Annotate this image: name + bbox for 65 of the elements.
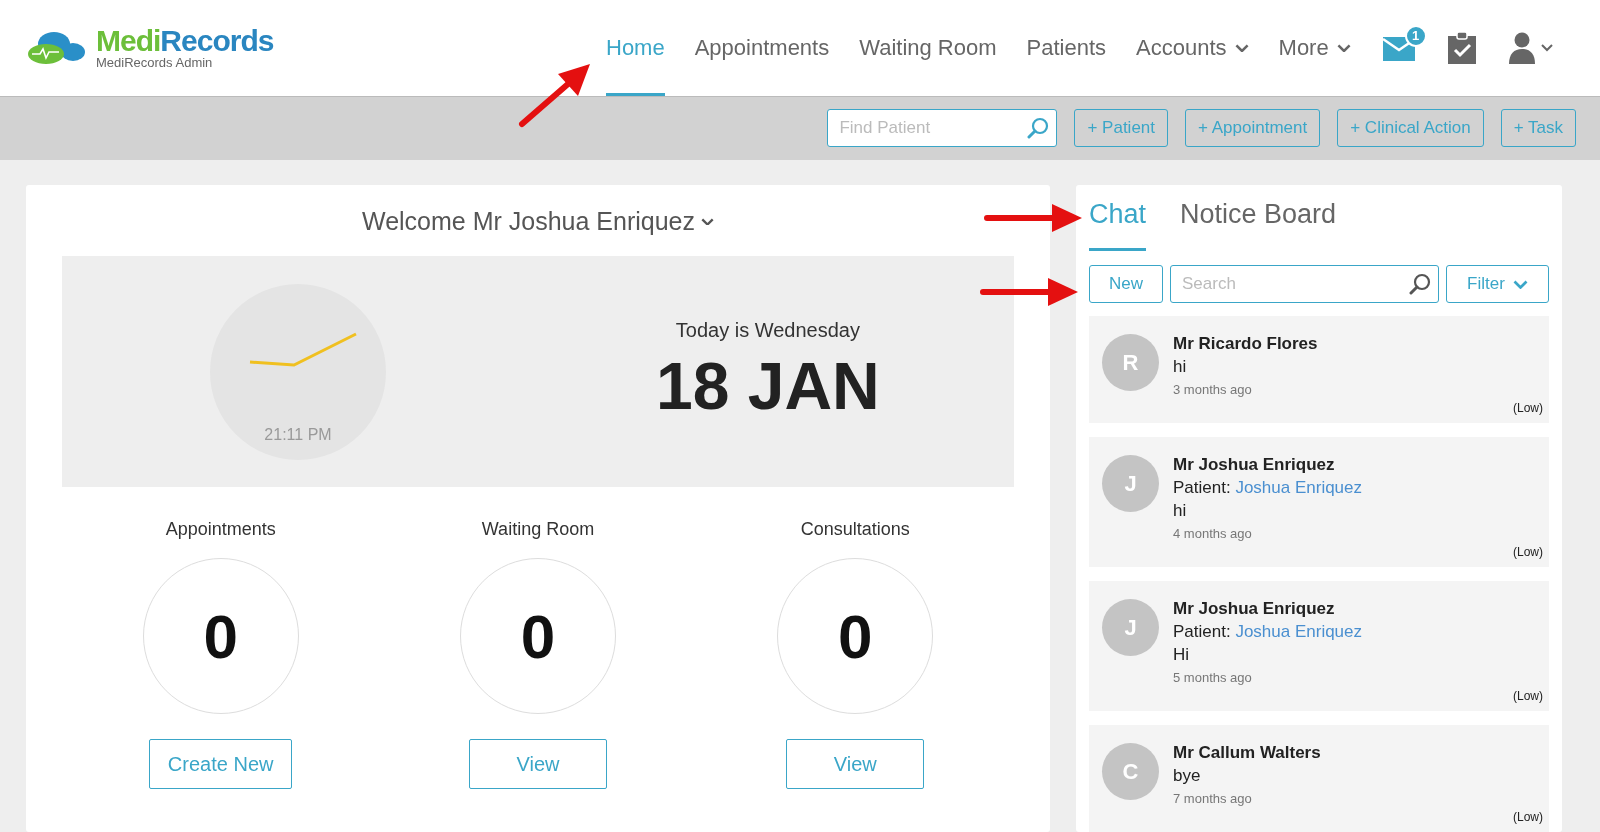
filter-button[interactable]: Filter xyxy=(1446,265,1549,303)
patient-line: Patient: Joshua Enriquez xyxy=(1173,622,1364,642)
stat-button[interactable]: View xyxy=(469,739,607,789)
patient-line: Patient: Joshua Enriquez xyxy=(1173,478,1364,498)
stat-label: Waiting Room xyxy=(481,519,595,540)
search-icon[interactable] xyxy=(1409,273,1431,295)
add-button[interactable]: + Task xyxy=(1500,109,1576,148)
panel-tab[interactable]: Notice Board xyxy=(1180,199,1337,251)
nav-item[interactable]: Patients xyxy=(1026,0,1107,96)
message-text: hi xyxy=(1173,501,1188,521)
chat-item[interactable]: J Mr Joshua Enriquez Patient: Joshua Enriquez Hi 5 months ago (Low) xyxy=(1089,581,1549,711)
day-label: Today is Wednesday xyxy=(675,319,860,342)
stat-count: 0 xyxy=(203,600,238,672)
clipboard-check-icon[interactable] xyxy=(1446,32,1477,64)
message-text: Hi xyxy=(1173,645,1191,665)
logo-subtitle: MediRecords Admin xyxy=(96,56,214,70)
sender-name: Mr Ricardo Flores xyxy=(1173,334,1319,354)
notification-badge: 1 xyxy=(1404,25,1427,47)
priority-label: (Low) xyxy=(1513,401,1543,415)
avatar: J xyxy=(1102,455,1159,512)
sender-name: Mr Callum Walters xyxy=(1173,743,1322,763)
add-button[interactable]: + Appointment xyxy=(1185,109,1321,148)
priority-label: (Low) xyxy=(1513,545,1543,559)
message-time: 5 months ago xyxy=(1173,670,1253,685)
priority-label: (Low) xyxy=(1513,810,1543,824)
chat-search-field[interactable]: Search xyxy=(1170,265,1439,303)
message-time: 7 months ago xyxy=(1173,791,1253,806)
patient-link[interactable]: Joshua Enriquez xyxy=(1235,478,1363,497)
stat-count: 0 xyxy=(520,600,556,672)
find-patient-field[interactable]: Find Patient xyxy=(827,109,1058,148)
message-time: 4 months ago xyxy=(1173,526,1253,541)
date-label: 18 JAN xyxy=(656,348,880,424)
stat-count: 0 xyxy=(838,600,873,672)
add-button[interactable]: + Clinical Action xyxy=(1337,109,1484,148)
nav-item[interactable]: Waiting Room xyxy=(859,0,997,96)
add-button[interactable]: + Patient xyxy=(1074,109,1169,148)
sender-name: Mr Joshua Enriquez xyxy=(1173,599,1336,619)
sender-name: Mr Joshua Enriquez xyxy=(1173,455,1336,475)
nav-item[interactable]: Appointments xyxy=(694,0,830,96)
stat-button[interactable]: View xyxy=(786,739,925,789)
message-time: 3 months ago xyxy=(1173,382,1253,397)
user-menu-icon[interactable] xyxy=(1508,32,1555,64)
chevron-down-icon xyxy=(701,217,714,226)
nav-item[interactable]: More xyxy=(1278,0,1351,96)
panel-tab[interactable]: Chat xyxy=(1089,199,1147,251)
avatar: J xyxy=(1102,599,1159,656)
logo-text: MediRecords xyxy=(96,26,274,57)
avatar: R xyxy=(1102,334,1159,391)
chat-item[interactable]: J Mr Joshua Enriquez Patient: Joshua Enriquez hi 4 months ago (Low) xyxy=(1089,437,1549,567)
stat-label: Appointments xyxy=(165,519,276,540)
stat-button[interactable]: Create New xyxy=(148,739,293,789)
avatar: C xyxy=(1102,743,1159,800)
chevron-down-icon xyxy=(1512,279,1528,289)
chat-item[interactable]: R Mr Ricardo Flores hi 3 months ago (Low) xyxy=(1089,316,1549,423)
chat-item[interactable]: C Mr Callum Walters bye 7 months ago (Low) xyxy=(1089,725,1549,832)
message-text: hi xyxy=(1173,357,1188,377)
clock-time: 21:11 PM xyxy=(264,425,332,444)
new-chat-button[interactable]: New xyxy=(1089,265,1163,303)
patient-link[interactable]: Joshua Enriquez xyxy=(1235,622,1363,641)
nav-item[interactable]: Accounts xyxy=(1136,0,1249,96)
welcome-title[interactable]: Welcome Mr Joshua Enriquez xyxy=(362,207,714,236)
priority-label: (Low) xyxy=(1513,689,1543,703)
cloud-logo-icon xyxy=(26,30,86,66)
stat-label: Consultations xyxy=(800,519,910,540)
message-text: bye xyxy=(1173,766,1202,786)
